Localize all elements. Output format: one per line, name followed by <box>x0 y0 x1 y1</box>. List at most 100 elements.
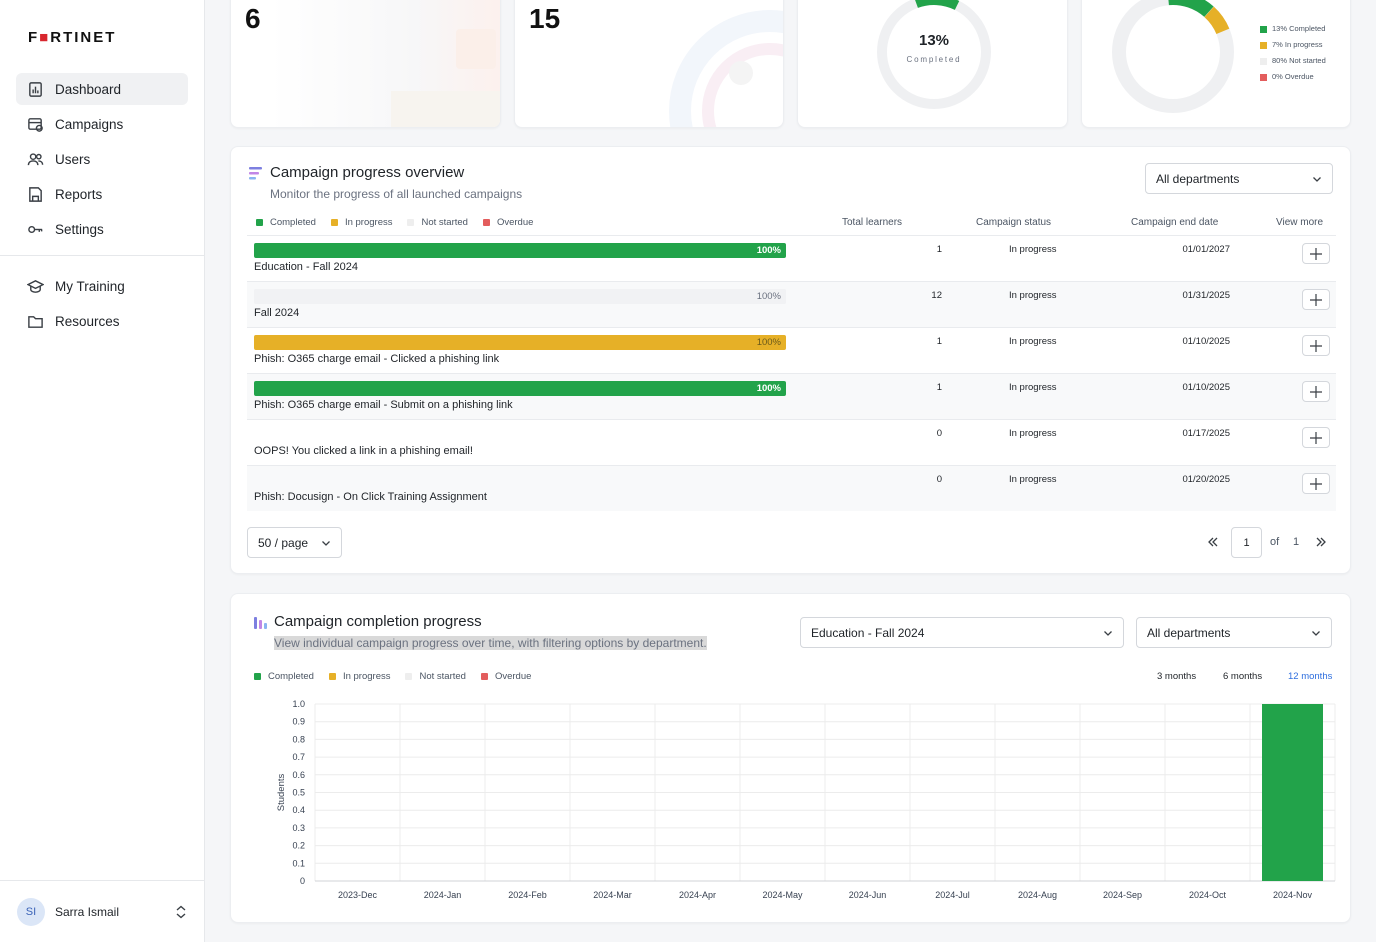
department-select[interactable]: All departments <box>1145 163 1333 194</box>
progress-label: 100% <box>756 245 781 256</box>
sidebar-item-label: Dashboard <box>55 81 122 97</box>
campaign-status: In progress <box>1009 244 1057 255</box>
x-tick-label: 2024-Nov <box>1273 890 1313 900</box>
legend-swatch-in-progress <box>1260 41 1267 49</box>
sidebar-item-label: Campaigns <box>55 116 124 132</box>
plus-icon <box>1310 477 1322 490</box>
view-more-button[interactable] <box>1302 473 1330 494</box>
y-tick-label: 0.8 <box>292 734 305 744</box>
campaign-status: In progress <box>1009 290 1057 301</box>
campaign-status: In progress <box>1009 336 1057 347</box>
chevron-up-down-icon[interactable] <box>175 905 187 919</box>
chevron-down-icon <box>322 541 330 546</box>
legend-swatch-in-progress <box>328 673 336 680</box>
plus-icon <box>1310 385 1322 398</box>
y-tick-label: 0.4 <box>292 805 305 815</box>
last-page-icon[interactable] <box>1315 536 1327 548</box>
range-12-months[interactable]: 12 months <box>1288 671 1332 682</box>
table-row: 100% Phish: O365 charge email - Submit on… <box>247 373 1336 419</box>
section-title: Campaign progress overview <box>270 164 465 181</box>
sidebar-item-settings[interactable]: Settings <box>16 213 188 245</box>
campaign-name: Education - Fall 2024 <box>254 261 358 273</box>
fortinet-logo[interactable]: F■RTINET <box>28 29 116 46</box>
overview-legend: Completed In progress Not started Overdu… <box>256 217 548 228</box>
department-select-value: All departments <box>1147 625 1231 640</box>
y-tick-label: 0.9 <box>292 717 305 727</box>
legend-swatch-completed <box>256 219 263 226</box>
sidebar-item-reports[interactable]: Reports <box>16 178 188 210</box>
table-row: 100% Phish: O365 charge email - Clicked a… <box>247 327 1336 373</box>
campaign-progress-card: Campaign progress overview Monitor the p… <box>230 146 1351 574</box>
y-tick-label: 1.0 <box>292 699 305 709</box>
campaign-select[interactable]: Education - Fall 2024 <box>800 617 1124 648</box>
view-more-button[interactable] <box>1302 243 1330 264</box>
legend-label: 0% Overdue <box>1272 72 1314 81</box>
view-more-button[interactable] <box>1302 335 1330 356</box>
legend-swatch-not-started <box>405 673 413 680</box>
x-tick-label: 2024-Jun <box>849 890 887 900</box>
plus-icon <box>1310 339 1322 352</box>
donut-percent: 13% <box>918 32 950 49</box>
bar-2024-Nov[interactable] <box>1262 704 1323 881</box>
total-learners: 12 <box>931 290 942 301</box>
sidebar-item-label: My Training <box>55 278 125 294</box>
stat-value: 6 <box>245 3 261 34</box>
sidebar-item-label: Reports <box>55 186 103 202</box>
view-more-button[interactable] <box>1302 289 1330 310</box>
y-tick-label: 0.6 <box>292 770 305 780</box>
page-size-select[interactable]: 50 / page <box>247 527 342 558</box>
progress-bar: 100% <box>254 289 786 304</box>
total-learners: 0 <box>936 474 942 485</box>
legend-label: In progress <box>342 671 391 682</box>
sidebar-item-campaigns[interactable]: Campaigns <box>16 108 188 140</box>
stat-card-3: 13% Completed <box>797 0 1068 128</box>
y-axis-label: Students <box>276 774 287 812</box>
section-subtitle: Monitor the progress of all launched cam… <box>270 187 523 201</box>
user-menu[interactable]: SI Sarra Ismail <box>0 880 205 942</box>
chevron-down-icon <box>1313 177 1321 182</box>
campaign-end-date: 01/31/2025 <box>1182 290 1230 301</box>
x-tick-label: 2024-Jan <box>424 890 462 900</box>
stat-card-1: 6 <box>230 0 501 128</box>
range-6-months[interactable]: 6 months <box>1223 671 1262 682</box>
first-page-icon[interactable] <box>1207 536 1219 548</box>
completion-chart: 1.0 0.9 0.8 0.7 0.6 0.5 0.4 0.3 0.2 0.1 0 2023-Dec 2… <box>276 699 1336 900</box>
x-tick-label: 2024-Aug <box>1018 890 1057 900</box>
legend-label: Not started <box>419 671 466 682</box>
x-tick-label: 2024-May <box>762 890 803 900</box>
current-page-input[interactable]: 1 <box>1231 527 1262 558</box>
legend-label: Overdue <box>494 671 532 682</box>
sidebar-item-my-training[interactable]: My Training <box>16 270 188 302</box>
campaign-status: In progress <box>1009 428 1057 439</box>
stat-card-4: 13% Completed 7% In progress 80% Not sta… <box>1081 0 1351 128</box>
campaign-select-value: Education - Fall 2024 <box>811 625 925 640</box>
table-row: 100% Fall 2024 12 In progress 01/31/2025 <box>247 281 1336 327</box>
view-more-button[interactable] <box>1302 381 1330 402</box>
plus-icon <box>1310 247 1322 260</box>
department-select[interactable]: All departments <box>1136 617 1332 648</box>
folder-icon <box>26 312 44 330</box>
table-row: Phish: Docusign - On Click Training Assi… <box>247 465 1336 511</box>
card-decoration-shape <box>391 91 500 127</box>
legend-swatch-overdue <box>482 219 490 226</box>
total-learners: 1 <box>936 244 942 255</box>
donut-label: Completed <box>906 55 962 64</box>
campaign-name: Phish: O365 charge email - Submit on a p… <box>254 399 513 411</box>
sidebar-item-resources[interactable]: Resources <box>16 305 188 337</box>
range-3-months[interactable]: 3 months <box>1157 671 1196 682</box>
status-donut <box>1112 0 1234 114</box>
sidebar-item-dashboard[interactable]: Dashboard <box>16 73 188 105</box>
users-icon <box>26 150 44 168</box>
page-of-label: of <box>1270 536 1280 548</box>
settings-icon <box>26 220 44 238</box>
legend-swatch-completed <box>1260 25 1267 33</box>
y-tick-label: 0.7 <box>292 752 305 762</box>
legend-swatch-overdue <box>1260 73 1267 81</box>
view-more-button[interactable] <box>1302 427 1330 448</box>
y-tick-label: 0.5 <box>292 788 305 798</box>
progress-bar-fill <box>254 335 786 350</box>
progress-label: 100% <box>756 291 781 302</box>
progress-bar-fill <box>254 381 786 396</box>
campaign-name: Fall 2024 <box>254 307 300 319</box>
sidebar-item-users[interactable]: Users <box>16 143 188 175</box>
